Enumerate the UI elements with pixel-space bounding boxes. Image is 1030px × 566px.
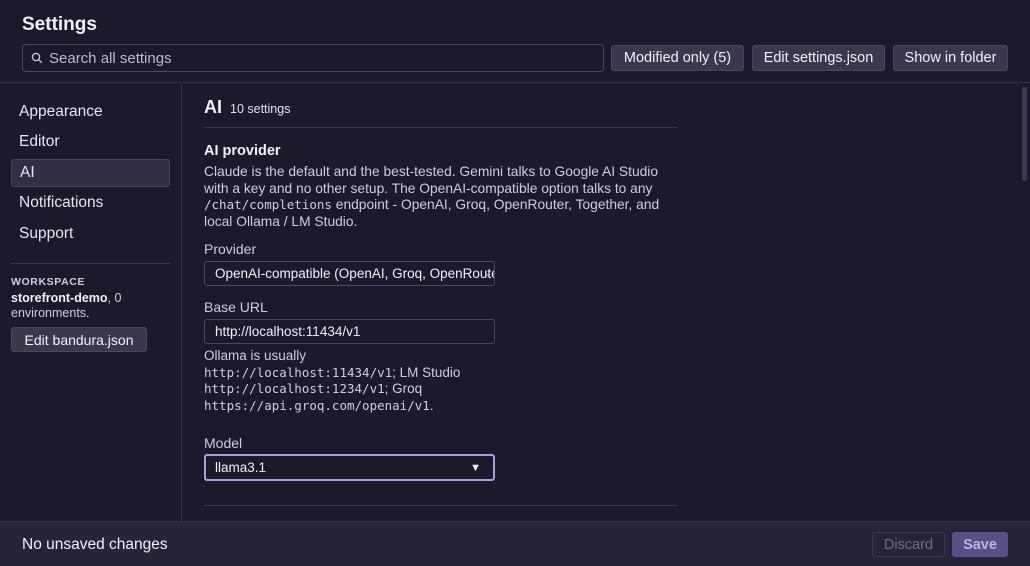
search-bar[interactable]: [22, 44, 604, 72]
provider-value: OpenAI-compatible (OpenAI, Groq, OpenRou…: [215, 266, 494, 281]
base-url-label: Base URL: [204, 299, 268, 315]
edit-settings-json-button[interactable]: Edit settings.json: [752, 45, 885, 71]
page-title: Settings: [22, 14, 97, 35]
edit-bandura-json-button[interactable]: Edit bandura.json: [11, 327, 147, 352]
sidebar: Appearance Editor AI Notifications Suppo…: [0, 83, 182, 521]
search-input[interactable]: [49, 49, 589, 67]
sidebar-divider: [11, 263, 170, 264]
scrollbar-thumb[interactable]: [1022, 87, 1027, 181]
save-button[interactable]: Save: [952, 532, 1008, 557]
help-text: ; LM Studio: [392, 364, 461, 380]
caret-down-icon: ▼: [470, 462, 481, 474]
workspace-heading: WORKSPACE: [11, 276, 86, 288]
base-url-help: Ollama is usually http://localhost:11434/…: [204, 348, 504, 414]
save-status: No unsaved changes: [22, 536, 168, 553]
sidebar-item-appearance[interactable]: Appearance: [11, 98, 170, 126]
section-count: 10 settings: [230, 102, 291, 116]
help-text: Ollama is usually: [204, 348, 307, 363]
footer-bar: No unsaved changes Discard Save: [0, 521, 1030, 566]
help-code: http://localhost:1234/v1: [204, 381, 385, 396]
sidebar-item-support[interactable]: Support: [11, 220, 170, 248]
section-divider: [204, 505, 677, 506]
sidebar-item-ai[interactable]: AI: [11, 159, 170, 187]
model-select[interactable]: llama3.1 ▼: [204, 454, 495, 481]
section-divider: [204, 127, 677, 128]
help-text: .: [429, 397, 434, 413]
settings-header: Settings Modified only (5) Edit settings…: [0, 0, 1030, 83]
section-title: AI: [204, 97, 222, 117]
modified-only-button[interactable]: Modified only (5): [611, 45, 744, 71]
description-text: Claude is the default and the best-teste…: [204, 164, 659, 196]
model-label: Model: [204, 435, 243, 451]
setting-title: AI provider: [204, 143, 281, 159]
base-url-input[interactable]: http://localhost:11434/v1: [204, 319, 495, 344]
provider-label: Provider: [204, 241, 257, 257]
workspace-info: storefront-demo, 0 environments.: [11, 291, 171, 321]
discard-button[interactable]: Discard: [872, 532, 945, 557]
sidebar-item-notifications[interactable]: Notifications: [11, 189, 170, 217]
search-icon: [31, 52, 43, 64]
help-code: https://api.groq.com/openai/v1: [204, 397, 430, 413]
settings-content: AI 10 settings AI provider Claude is the…: [183, 83, 1030, 521]
help-text: ; Groq: [384, 381, 423, 396]
provider-select[interactable]: OpenAI-compatible (OpenAI, Groq, OpenRou…: [204, 261, 495, 286]
workspace-name: storefront-demo: [11, 291, 108, 305]
show-in-folder-button[interactable]: Show in folder: [893, 45, 1008, 71]
model-value: llama3.1: [215, 460, 267, 475]
setting-description: Claude is the default and the best-teste…: [204, 164, 684, 230]
chevron-down-icon: ⌄: [484, 268, 492, 278]
description-code: /chat/completions: [204, 197, 332, 212]
sidebar-item-editor[interactable]: Editor: [11, 128, 170, 156]
help-code: http://localhost:11434/v1: [204, 364, 393, 380]
